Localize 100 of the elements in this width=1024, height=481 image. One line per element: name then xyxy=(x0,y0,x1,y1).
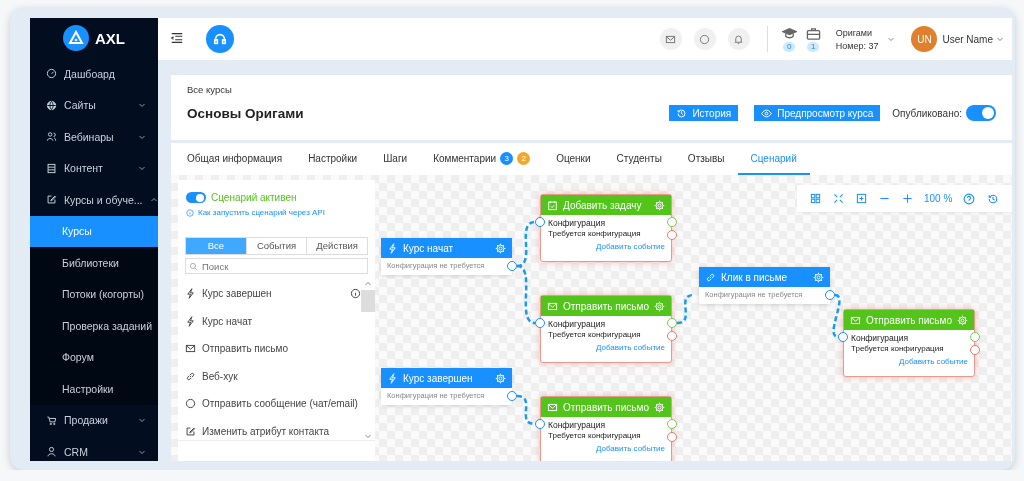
connector-line xyxy=(832,293,841,339)
submenu-item[interactable]: Потоки (когорты) xyxy=(30,278,158,310)
node-title: Клик в письме xyxy=(721,271,789,283)
submenu-item[interactable]: Форум xyxy=(30,341,158,373)
link-icon xyxy=(185,370,196,382)
palette-label: Веб-хук xyxy=(202,370,239,382)
tab[interactable]: Общая информация xyxy=(174,143,296,175)
submenu-item[interactable]: Библиотеки xyxy=(30,247,158,279)
tab[interactable]: Студенты xyxy=(603,143,675,175)
palette-item[interactable]: Веб-хук xyxy=(185,362,361,390)
submenu-item[interactable]: Настройки xyxy=(30,373,158,405)
config-label: Конфигурация xyxy=(851,333,910,343)
gear-icon xyxy=(495,242,506,254)
link-icon xyxy=(705,271,716,283)
filter-tab[interactable]: События xyxy=(245,238,307,254)
success-port[interactable] xyxy=(970,332,980,342)
success-port[interactable] xyxy=(667,217,677,227)
action-node[interactable]: Отправить письмо Конфигурация Требуется конфигурация Добавить событие xyxy=(540,295,672,363)
published-toggle[interactable] xyxy=(966,105,996,121)
palette-item[interactable]: Изменить атрибут контакта xyxy=(185,417,361,440)
logo-text: AXL xyxy=(95,29,125,47)
success-port[interactable] xyxy=(667,318,677,328)
node-title: Отправить письмо xyxy=(563,401,649,413)
caret-down-icon xyxy=(138,101,146,110)
caret-up-icon xyxy=(364,280,372,288)
palette-item[interactable]: Курс завершен xyxy=(185,280,361,308)
bell-icon[interactable] xyxy=(727,28,750,50)
graduation-cap-icon xyxy=(781,26,797,41)
headset-icon[interactable] xyxy=(206,25,234,53)
connector-line xyxy=(516,264,536,325)
bolt-icon xyxy=(185,288,196,300)
cart-icon xyxy=(46,414,57,426)
zoom-level: 100 % xyxy=(923,193,954,204)
palette-item[interactable]: Курс начат xyxy=(185,307,361,335)
menu-item[interactable]: Продажи xyxy=(30,404,158,436)
input-port[interactable] xyxy=(535,419,545,429)
people-icon xyxy=(46,131,57,143)
tab[interactable]: Настройки xyxy=(295,143,371,175)
config-label: Конфигурация xyxy=(548,420,607,430)
edit-icon xyxy=(185,425,196,437)
gear-icon xyxy=(654,300,665,312)
submenu-item[interactable]: Проверка заданий xyxy=(30,310,158,342)
palette-label: Отправить письмо xyxy=(202,343,289,355)
action-node[interactable]: Отправить письмо Конфигурация Требуется конфигурация Добавить событие xyxy=(843,309,975,377)
caret-down-icon xyxy=(364,432,372,440)
output-port[interactable] xyxy=(507,391,517,401)
caret-down-icon xyxy=(996,35,1004,43)
connector-line xyxy=(516,220,536,268)
count-badge: 2 xyxy=(517,151,531,165)
success-port[interactable] xyxy=(667,419,677,429)
palette-label: Курс начат xyxy=(202,315,254,327)
connector-line xyxy=(676,293,695,325)
action-node[interactable]: Добавить задачу Конфигурация Требуется конфигурация Добавить событие xyxy=(540,194,672,262)
gear-icon xyxy=(654,401,665,413)
palette-label: Отправить сообщение (чат/email) xyxy=(202,398,359,410)
tab-label: Комментарии xyxy=(433,152,497,164)
menu-item[interactable]: Сайты xyxy=(30,89,158,121)
eye-icon xyxy=(761,107,773,119)
palette-item[interactable]: Отправить сообщение (чат/email) xyxy=(185,390,361,418)
menu-item[interactable]: CRM xyxy=(30,436,158,461)
config-status: Требуется конфигурация xyxy=(548,330,642,339)
user-name[interactable]: User Name xyxy=(942,33,993,45)
scenario-toggle[interactable] xyxy=(186,192,206,203)
config-status: Требуется конфигурация xyxy=(548,229,642,238)
menu-item[interactable]: Контент xyxy=(30,152,158,184)
edit-icon xyxy=(46,194,57,206)
tab[interactable]: Отзывы xyxy=(674,143,738,175)
breadcrumb-link[interactable]: Все курсы xyxy=(187,84,996,95)
input-port[interactable] xyxy=(535,217,545,227)
tab[interactable]: Шаги xyxy=(370,143,421,175)
mail-icon[interactable] xyxy=(659,28,682,50)
scrollbar-thumb[interactable] xyxy=(361,290,375,312)
envelope-icon xyxy=(850,314,861,326)
node-title: Курс начат xyxy=(403,242,455,254)
action-node[interactable]: Отправить письмо Конфигурация Требуется конфигурация Добавить событие xyxy=(540,396,672,461)
menu-item[interactable]: Курсы и обуче... xyxy=(30,184,158,216)
filter-tab[interactable]: Действия xyxy=(306,238,367,254)
failure-port[interactable] xyxy=(667,432,677,442)
counter-badge: 1 xyxy=(806,42,820,52)
tab[interactable]: Оценки xyxy=(543,143,604,175)
menu-item[interactable]: Вебинары xyxy=(30,121,158,153)
logo-icon xyxy=(63,25,89,51)
failure-port[interactable] xyxy=(970,345,980,355)
menu-item[interactable]: Дашбоард xyxy=(30,58,158,90)
node-title: Курс завершен xyxy=(403,372,474,384)
failure-port[interactable] xyxy=(667,230,677,240)
palette-item[interactable]: Отправить письмо xyxy=(185,335,361,363)
bolt-icon xyxy=(387,242,398,254)
counter-badge: 0 xyxy=(782,42,796,52)
list-icon xyxy=(46,162,57,174)
output-port[interactable] xyxy=(825,290,835,300)
input-port[interactable] xyxy=(838,332,848,342)
input-port[interactable] xyxy=(535,318,545,328)
output-port[interactable] xyxy=(507,261,517,271)
org-number: Номер: 37 xyxy=(835,40,879,51)
tab[interactable]: Комментарии 3 2 xyxy=(420,143,544,175)
config-status: Требуется конфигурация xyxy=(851,344,945,353)
search-field[interactable]: Поиск xyxy=(185,258,368,274)
failure-port[interactable] xyxy=(667,331,677,341)
node-title: Отправить письмо xyxy=(866,314,952,326)
